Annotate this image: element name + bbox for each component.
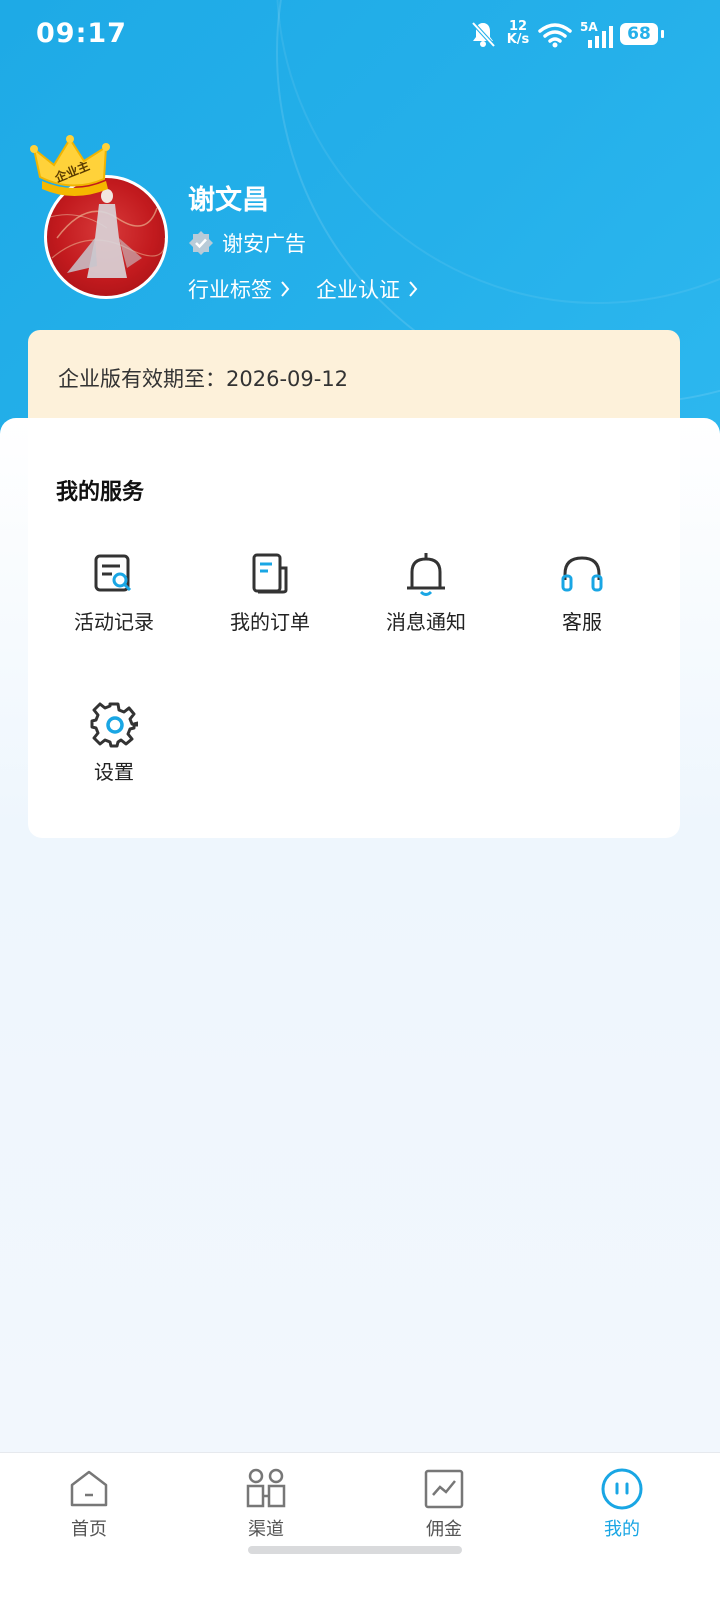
channel-icon bbox=[246, 1468, 286, 1508]
user-name: 谢文昌 bbox=[188, 185, 269, 216]
order-icon bbox=[252, 553, 288, 594]
chevron-right-icon bbox=[409, 281, 418, 297]
nav-commission[interactable]: 佣金 bbox=[384, 1467, 504, 1541]
status-bar: 09:17 12 K/s 5A 68 bbox=[0, 0, 720, 70]
enterprise-verify-link[interactable]: 企业认证 bbox=[316, 274, 418, 304]
services-title: 我的服务 bbox=[56, 480, 145, 505]
status-icons: 12 K/s 5A 68 bbox=[470, 20, 670, 52]
nav-label: 佣金 bbox=[426, 1519, 462, 1540]
bell-icon bbox=[407, 553, 445, 596]
avatar-wrap[interactable]: 企业主 bbox=[30, 135, 180, 300]
nav-mine[interactable]: 我的 bbox=[562, 1467, 682, 1541]
home-indicator[interactable] bbox=[248, 1546, 462, 1554]
service-activity-record[interactable]: 活动记录 bbox=[39, 550, 189, 635]
activity-record-icon bbox=[94, 554, 132, 592]
service-label: 消息通知 bbox=[386, 610, 466, 634]
gear-icon bbox=[90, 702, 138, 748]
profile-links: 行业标签 企业认证 bbox=[188, 274, 444, 304]
home-icon bbox=[70, 1470, 108, 1507]
service-notifications[interactable]: 消息通知 bbox=[351, 550, 501, 635]
company-name: 谢安广告 bbox=[222, 232, 306, 256]
wifi-icon bbox=[538, 23, 572, 48]
profile-icon bbox=[601, 1468, 643, 1510]
service-label: 设置 bbox=[94, 760, 134, 784]
chevron-right-icon bbox=[281, 281, 290, 297]
service-label: 客服 bbox=[562, 610, 602, 634]
company-row: 谢安广告 bbox=[188, 228, 306, 258]
signal-icon bbox=[588, 26, 613, 48]
nav-label: 渠道 bbox=[248, 1519, 284, 1540]
battery-indicator: 68 bbox=[620, 23, 658, 45]
nav-label: 我的 bbox=[604, 1519, 640, 1540]
service-settings[interactable]: 设置 bbox=[39, 700, 189, 785]
bottom-nav: 首页 渠道 佣金 我的 bbox=[0, 1452, 720, 1601]
verified-badge-icon bbox=[189, 231, 213, 255]
industry-tags-link[interactable]: 行业标签 bbox=[188, 274, 290, 304]
nav-home[interactable]: 首页 bbox=[29, 1467, 149, 1541]
service-customer-support[interactable]: 客服 bbox=[507, 550, 657, 635]
mute-bell-icon bbox=[471, 21, 496, 48]
service-my-orders[interactable]: 我的订单 bbox=[195, 550, 345, 635]
enterprise-validity-text: 企业版有效期至：2026-09-12 bbox=[58, 367, 349, 391]
net-speed: 12 K/s bbox=[506, 19, 530, 47]
service-label: 我的订单 bbox=[230, 610, 310, 634]
headset-icon bbox=[561, 556, 603, 592]
status-time: 09:17 bbox=[36, 18, 127, 49]
nav-label: 首页 bbox=[71, 1519, 107, 1540]
commission-chart-icon bbox=[424, 1469, 464, 1509]
nav-channels[interactable]: 渠道 bbox=[206, 1467, 326, 1541]
battery-tip bbox=[661, 30, 664, 38]
service-label: 活动记录 bbox=[74, 610, 154, 634]
